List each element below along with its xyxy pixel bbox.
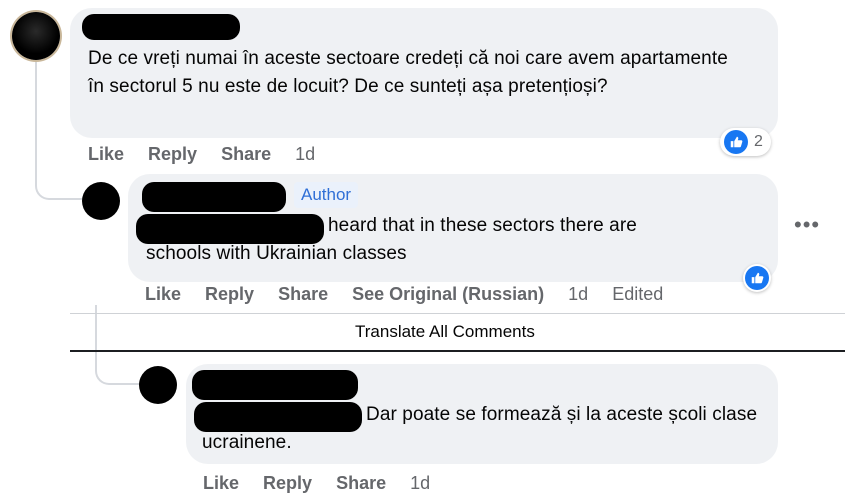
- timestamp[interactable]: 1d: [410, 473, 430, 494]
- reaction-count-text: 2: [754, 133, 763, 150]
- like-icon: [745, 266, 769, 290]
- thread-line-2: [95, 305, 139, 385]
- divider-bottom: [70, 350, 845, 352]
- reaction-count-1[interactable]: 2: [720, 128, 771, 156]
- more-options-icon[interactable]: •••: [794, 212, 820, 238]
- comment-actions-3: Like Reply Share 1d: [203, 471, 454, 495]
- timestamp[interactable]: 1d: [295, 144, 315, 165]
- share-button[interactable]: Share: [221, 144, 271, 165]
- comment-actions-1: Like Reply Share 1d: [88, 142, 339, 166]
- like-button[interactable]: Like: [203, 473, 239, 494]
- avatar-author[interactable]: [82, 182, 120, 220]
- avatar-commenter-3[interactable]: [139, 366, 177, 404]
- reply-button[interactable]: Reply: [148, 144, 197, 165]
- divider-top: [70, 313, 845, 314]
- comment-text-2: heard that in these sectors there are sc…: [146, 215, 637, 264]
- like-button[interactable]: Like: [145, 284, 181, 305]
- redacted-name-2: [142, 182, 286, 212]
- avatar-commenter-1[interactable]: [12, 12, 60, 60]
- redacted-name-1: [82, 14, 240, 40]
- reply-button[interactable]: Reply: [263, 473, 312, 494]
- like-button[interactable]: Like: [88, 144, 124, 165]
- share-button[interactable]: Share: [278, 284, 328, 305]
- comment-text-1: De ce vreți numai în aceste sectoare cre…: [88, 48, 728, 97]
- like-icon: [724, 130, 748, 154]
- see-original-button[interactable]: See Original (Russian): [352, 284, 544, 305]
- timestamp[interactable]: 1d: [568, 284, 588, 305]
- translate-all-button[interactable]: Translate All Comments: [355, 322, 535, 342]
- edited-label[interactable]: Edited: [612, 284, 663, 305]
- comment-actions-2: Like Reply Share See Original (Russian) …: [145, 282, 687, 306]
- share-button[interactable]: Share: [336, 473, 386, 494]
- author-badge: Author: [294, 182, 359, 208]
- redacted-name-3: [192, 370, 358, 400]
- comment-text-3: Dar poate se formează și la aceste școli…: [202, 404, 758, 453]
- reaction-icon-2[interactable]: [743, 264, 771, 292]
- reply-button[interactable]: Reply: [205, 284, 254, 305]
